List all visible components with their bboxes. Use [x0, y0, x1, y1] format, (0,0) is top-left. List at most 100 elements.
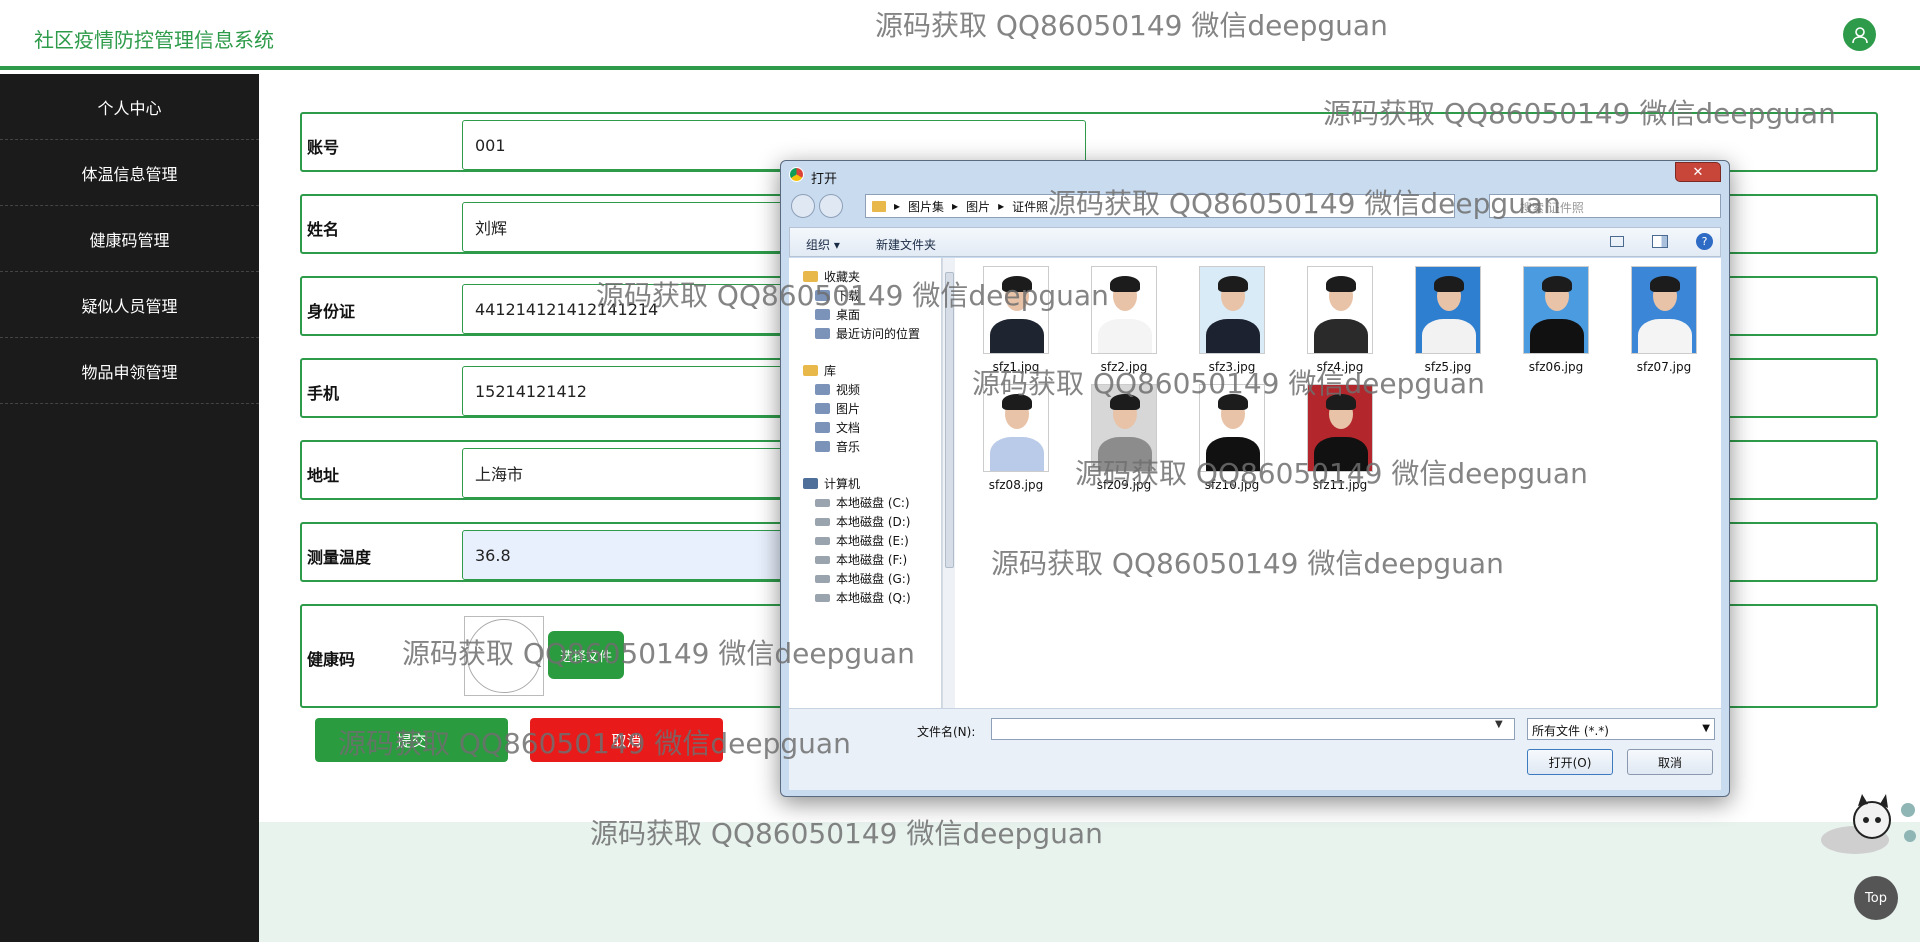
nav-favorites[interactable]: 收藏夹 [803, 268, 860, 285]
cat-mascot-icon [1821, 794, 1916, 854]
nav-computer[interactable]: 计算机 [803, 475, 860, 492]
nav-downloads[interactable]: 下载 [815, 287, 860, 304]
file-name: sfz5.jpg [1424, 360, 1472, 374]
nav-drive-f[interactable]: 本地磁盘 (F:) [815, 551, 907, 568]
help-icon[interactable]: ? [1696, 233, 1713, 250]
file-item[interactable]: sfz3.jpg [1189, 266, 1275, 374]
file-item[interactable]: sfz1.jpg [973, 266, 1059, 374]
health-code-label: 健康码 [307, 650, 356, 669]
photo-thumbnail [983, 384, 1049, 472]
file-name: sfz4.jpg [1316, 360, 1364, 374]
open-button[interactable]: 打开(O) [1527, 749, 1613, 775]
choose-file-button[interactable]: 选择文件 [548, 631, 624, 679]
id-card-label: 身份证 [307, 302, 356, 321]
file-name: sfz08.jpg [988, 478, 1044, 492]
nav-recent[interactable]: 最近访问的位置 [815, 325, 920, 342]
dialog-toolbar: 组织 ▾ 新建文件夹 ? [789, 227, 1721, 257]
star-icon [803, 271, 818, 282]
nav-drive-g[interactable]: 本地磁盘 (G:) [815, 570, 911, 587]
account-label: 账号 [307, 138, 340, 157]
new-folder-button[interactable]: 新建文件夹 [876, 236, 936, 253]
file-name: sfz11.jpg [1312, 478, 1368, 492]
nav-drive-e[interactable]: 本地磁盘 (E:) [815, 532, 909, 549]
breadcrumb-item[interactable]: 图片 [966, 198, 990, 215]
preview-pane-icon[interactable] [1652, 235, 1668, 248]
nav-drive-c[interactable]: 本地磁盘 (C:) [815, 494, 910, 511]
nav-documents[interactable]: 文档 [815, 419, 860, 436]
video-icon [815, 384, 830, 395]
file-list: sfz1.jpg sfz2.jpg sfz3.jpg sfz4.jpg sfz5.jpg… [955, 258, 1721, 708]
file-item[interactable]: sfz5.jpg [1405, 266, 1491, 374]
search-input[interactable]: 搜索 证件照 [1489, 194, 1721, 218]
file-item[interactable]: sfz06.jpg [1513, 266, 1599, 374]
user-avatar-icon[interactable] [1843, 18, 1876, 51]
sidebar-item-supplies[interactable]: 物品申领管理 [0, 338, 259, 404]
drive-icon [815, 517, 830, 526]
navigation-pane: 收藏夹 下载 桌面 最近访问的位置 库 视频 图片 文档 音乐 计算机 本地磁盘… [789, 258, 942, 708]
file-item[interactable]: sfz11.jpg [1297, 384, 1383, 492]
file-item[interactable]: sfz10.jpg [1189, 384, 1275, 492]
file-name: sfz2.jpg [1100, 360, 1148, 374]
nav-drive-q[interactable]: 本地磁盘 (Q:) [815, 589, 911, 606]
photo-thumbnail [1307, 266, 1373, 354]
nav-libraries[interactable]: 库 [803, 362, 836, 379]
file-open-dialog: 打开 ✕ ▸ 图片集 ▸ 图片 ▸ 证件照 搜索 证件照 组织 ▾ 新建文件夹 … [780, 160, 1730, 797]
nav-drive-d[interactable]: 本地磁盘 (D:) [815, 513, 910, 530]
drive-icon [815, 574, 830, 583]
nav-videos[interactable]: 视频 [815, 381, 860, 398]
breadcrumb[interactable]: ▸ 图片集 ▸ 图片 ▸ 证件照 [865, 194, 1455, 218]
view-options-icon[interactable] [1610, 236, 1624, 247]
sidebar-item-health-code[interactable]: 健康码管理 [0, 206, 259, 272]
sidebar-item-suspected[interactable]: 疑似人员管理 [0, 272, 259, 338]
file-item[interactable]: sfz08.jpg [973, 384, 1059, 492]
back-to-top-button[interactable]: Top [1854, 876, 1898, 920]
file-item[interactable]: sfz4.jpg [1297, 266, 1383, 374]
picture-icon [815, 403, 830, 414]
forward-arrow-icon[interactable] [819, 194, 843, 218]
drive-icon [815, 498, 830, 507]
sidebar: 个人中心 体温信息管理 健康码管理 疑似人员管理 物品申领管理 [0, 74, 259, 942]
app-title: 社区疫情防控管理信息系统 [34, 28, 274, 52]
nav-scrollbar[interactable] [942, 258, 955, 708]
photo-thumbnail [983, 266, 1049, 354]
chrome-icon [789, 167, 804, 182]
photo-thumbnail [1523, 266, 1589, 354]
folder-icon [872, 200, 886, 212]
file-item[interactable]: sfz07.jpg [1621, 266, 1707, 374]
nav-pictures[interactable]: 图片 [815, 400, 860, 417]
dialog-title: 打开 [811, 172, 838, 187]
photo-thumbnail [1091, 266, 1157, 354]
file-name: sfz3.jpg [1208, 360, 1256, 374]
breadcrumb-item[interactable]: 证件照 [1012, 198, 1048, 215]
computer-icon [803, 478, 818, 489]
dialog-cancel-button[interactable]: 取消 [1627, 749, 1713, 775]
dialog-close-button[interactable]: ✕ [1675, 162, 1721, 182]
library-icon [803, 365, 818, 376]
file-type-select[interactable]: 所有文件 (*.*) ▼ [1527, 718, 1715, 740]
filename-input[interactable] [991, 718, 1515, 740]
photo-thumbnail [1307, 384, 1373, 472]
recent-places-icon [815, 328, 830, 339]
cancel-button[interactable]: 取消 [530, 718, 723, 762]
folder-icon [815, 290, 830, 301]
nav-music[interactable]: 音乐 [815, 438, 860, 455]
music-icon [815, 441, 830, 452]
sidebar-item-personal-center[interactable]: 个人中心 [0, 74, 259, 140]
filename-label: 文件名(N): [917, 725, 976, 739]
sidebar-item-temperature[interactable]: 体温信息管理 [0, 140, 259, 206]
footer-band [259, 822, 1920, 942]
dialog-bottom-bar: 文件名(N): ▼ 所有文件 (*.*) ▼ 打开(O) 取消 [789, 708, 1721, 790]
file-name: sfz09.jpg [1096, 478, 1152, 492]
scrollbar-thumb[interactable] [945, 272, 954, 568]
nav-desktop[interactable]: 桌面 [815, 306, 860, 323]
organize-button[interactable]: 组织 ▾ [806, 236, 840, 253]
chevron-down-icon[interactable]: ▼ [1495, 719, 1503, 730]
file-item[interactable]: sfz2.jpg [1081, 266, 1167, 374]
file-item[interactable]: sfz09.jpg [1081, 384, 1167, 492]
back-arrow-icon[interactable] [791, 194, 815, 218]
photo-thumbnail [1199, 384, 1265, 472]
address-bar: ▸ 图片集 ▸ 图片 ▸ 证件照 搜索 证件照 [789, 192, 1721, 220]
submit-button[interactable]: 提交 [315, 718, 508, 762]
breadcrumb-item[interactable]: 图片集 [908, 198, 944, 215]
address-label: 地址 [307, 466, 340, 485]
